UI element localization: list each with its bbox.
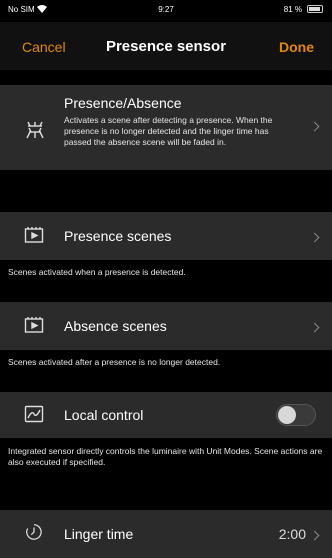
chevron-right-icon: [309, 530, 320, 541]
status-bar: No SIM 9:27 81 %: [0, 0, 332, 22]
absence-scenes-cell[interactable]: Absence scenes: [0, 302, 332, 350]
presence-scenes-footer: Scenes activated when a presence is dete…: [8, 267, 186, 277]
presence-absence-title: Presence/Absence: [64, 95, 182, 111]
local-control-footer: Integrated sensor directly controls the …: [8, 446, 323, 467]
presence-absence-cell[interactable]: Presence/Absence Activates a scene after…: [0, 85, 332, 170]
linger-time-value: 2:00: [278, 526, 306, 542]
absence-scenes-footer: Scenes activated after a presence is no …: [8, 357, 221, 367]
presence-scenes-label: Presence scenes: [64, 228, 172, 244]
scene-icon: [24, 317, 44, 333]
battery-icon: [307, 5, 323, 13]
chevron-right-icon: [309, 232, 320, 243]
status-time: 9:27: [158, 5, 174, 14]
scene-icon: [24, 227, 44, 243]
presence-scenes-cell[interactable]: Presence scenes: [0, 212, 332, 260]
local-control-icon: [24, 405, 44, 423]
done-button[interactable]: Done: [279, 39, 314, 55]
local-control-toggle[interactable]: [276, 404, 316, 426]
absence-scenes-label: Absence scenes: [64, 318, 167, 334]
battery-percent: 81 %: [283, 5, 302, 14]
local-control-cell: Local control: [0, 392, 332, 438]
presence-sensor-icon: [26, 121, 44, 139]
navigation-bar: Cancel Presence sensor Done: [0, 22, 332, 70]
toggle-knob: [278, 406, 296, 424]
linger-time-cell[interactable]: Linger time 2:00: [0, 510, 332, 558]
chevron-right-icon: [309, 121, 320, 132]
linger-time-label: Linger time: [64, 526, 134, 542]
presence-absence-description: Activates a scene after detecting a pres…: [64, 115, 273, 147]
local-control-label: Local control: [64, 407, 144, 423]
timer-icon: [26, 524, 42, 540]
chevron-right-icon: [309, 322, 320, 333]
